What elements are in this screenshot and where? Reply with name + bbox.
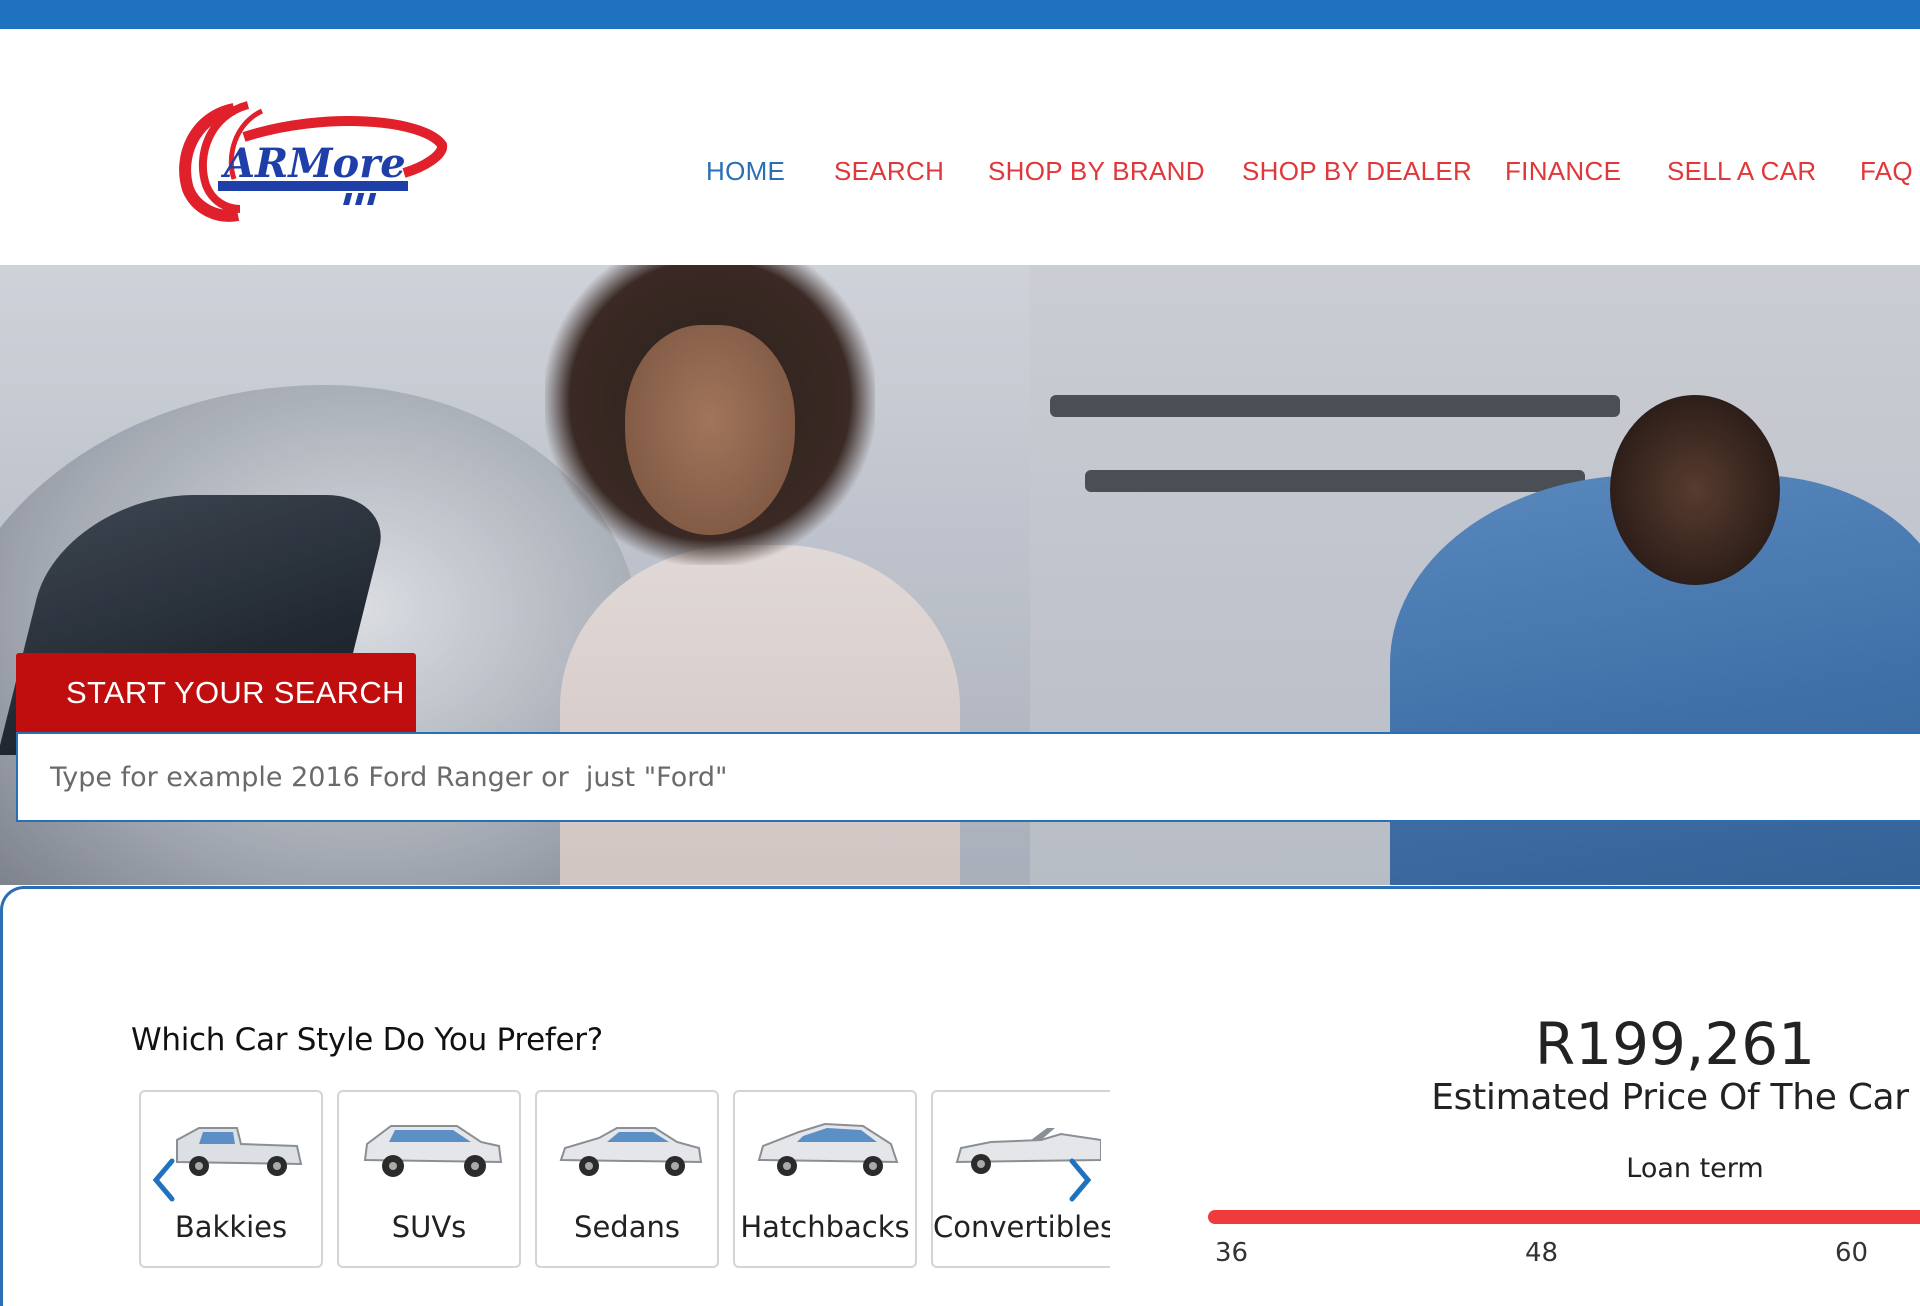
loan-term-tick: 48	[1525, 1238, 1559, 1268]
main-nav: HOME SEARCH SHOP BY BRAND SHOP BY DEALER…	[0, 156, 1920, 196]
estimated-price-value: R199,261	[1534, 1010, 1816, 1078]
estimated-price-label: Estimated Price Of The Car	[1431, 1077, 1909, 1118]
sedan-icon	[559, 1127, 703, 1176]
nav-shop-by-brand[interactable]: SHOP BY BRAND	[988, 156, 1205, 187]
search-input[interactable]	[16, 732, 1920, 822]
car-style-carousel: Bakkies SUVs Sedans Hatchbacks Convertib…	[137, 1090, 1110, 1270]
loan-term-label: Loan term	[1626, 1153, 1764, 1184]
style-label: Convertibles	[933, 1210, 1110, 1244]
carousel-prev-button[interactable]	[146, 1155, 182, 1205]
hatchback-icon	[757, 1122, 899, 1176]
style-label: SUVs	[391, 1210, 467, 1244]
carousel-next-button[interactable]	[1062, 1155, 1098, 1205]
loan-term-tick: 36	[1215, 1238, 1249, 1268]
nav-finance[interactable]: FINANCE	[1505, 156, 1621, 187]
style-card-suvs[interactable]: SUVs	[337, 1090, 521, 1268]
top-bar	[0, 0, 1920, 29]
start-search-tab[interactable]: START YOUR SEARCH	[16, 653, 416, 732]
nav-shop-by-dealer[interactable]: SHOP BY DEALER	[1242, 156, 1472, 187]
style-label: Bakkies	[174, 1210, 288, 1244]
site-header: ARMore HOME SEARCH SHOP BY BRAND SHOP BY…	[0, 29, 1920, 265]
style-card-hatchbacks[interactable]: Hatchbacks	[733, 1090, 917, 1268]
chevron-right-icon	[1069, 1158, 1092, 1202]
nav-search[interactable]: SEARCH	[834, 156, 944, 187]
style-label: Hatchbacks	[740, 1210, 910, 1244]
chevron-left-icon	[152, 1158, 175, 1202]
nav-sell-a-car[interactable]: SELL A CAR	[1667, 156, 1816, 187]
suv-icon	[363, 1125, 503, 1177]
loan-term-tick: 60	[1835, 1238, 1869, 1268]
style-label: Sedans	[574, 1210, 680, 1244]
nav-faq[interactable]: FAQ	[1860, 156, 1913, 187]
loan-term-slider[interactable]	[1208, 1210, 1920, 1224]
style-card-sedans[interactable]: Sedans	[535, 1090, 719, 1268]
nav-home[interactable]: HOME	[706, 156, 785, 187]
car-style-heading: Which Car Style Do You Prefer?	[131, 1022, 603, 1058]
